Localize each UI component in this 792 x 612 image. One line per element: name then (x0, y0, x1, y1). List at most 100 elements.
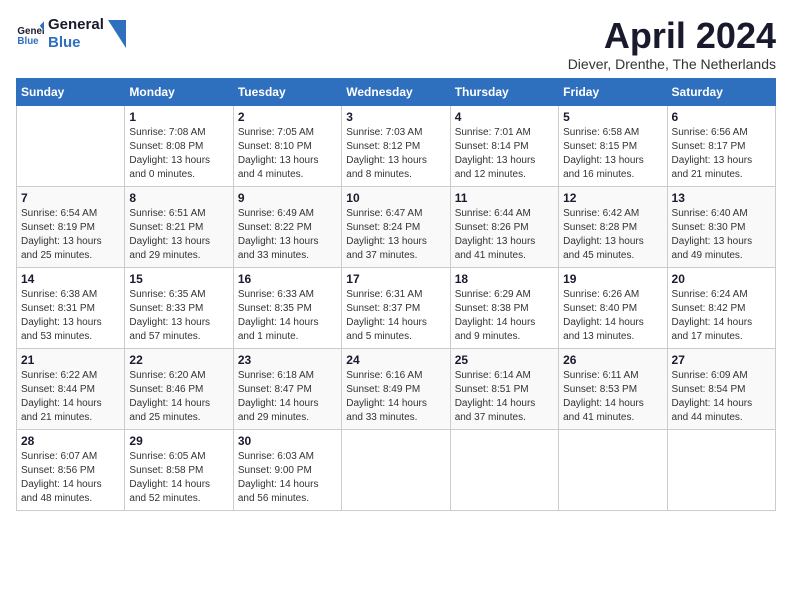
calendar-cell: 20Sunrise: 6:24 AM Sunset: 8:42 PM Dayli… (667, 267, 775, 348)
day-number: 26 (563, 353, 662, 367)
calendar-week-row: 7Sunrise: 6:54 AM Sunset: 8:19 PM Daylig… (17, 186, 776, 267)
calendar-cell: 21Sunrise: 6:22 AM Sunset: 8:44 PM Dayli… (17, 348, 125, 429)
day-number: 23 (238, 353, 337, 367)
column-header-thursday: Thursday (450, 78, 558, 105)
logo-blue-text: Blue (48, 34, 104, 52)
calendar-cell (559, 429, 667, 510)
calendar-cell: 30Sunrise: 6:03 AM Sunset: 9:00 PM Dayli… (233, 429, 341, 510)
day-number: 8 (129, 191, 228, 205)
title-block: April 2024 Diever, Drenthe, The Netherla… (568, 16, 776, 72)
day-number: 14 (21, 272, 120, 286)
calendar-cell: 29 Sunrise: 6:05 AM Sunset: 8:58 PM Dayli… (125, 429, 233, 510)
calendar-cell: 15 Sunrise: 6:35 AM Sunset: 8:33 PM Dayli… (125, 267, 233, 348)
day-info: Sunrise: 7:03 AM Sunset: 8:12 PM Dayligh… (346, 126, 445, 182)
day-info: Sunrise: 6:31 AM Sunset: 8:37 PM Dayligh… (346, 288, 445, 344)
calendar-table: SundayMondayTuesdayWednesdayThursdayFrid… (16, 78, 776, 511)
calendar-cell: 5Sunrise: 6:58 AM Sunset: 8:15 PM Daylig… (559, 105, 667, 186)
calendar-cell: 4Sunrise: 7:01 AM Sunset: 8:14 PM Daylig… (450, 105, 558, 186)
day-info: Sunrise: 6:26 AM Sunset: 8:40 PM Dayligh… (563, 288, 662, 344)
calendar-cell: 13 Sunrise: 6:40 AM Sunset: 8:30 PM Dayli… (667, 186, 775, 267)
column-header-saturday: Saturday (667, 78, 775, 105)
calendar-cell: 27 Sunrise: 6:09 AM Sunset: 8:54 PM Dayli… (667, 348, 775, 429)
day-info: Sunrise: 7:08 AM Sunset: 8:08 PM Dayligh… (129, 126, 228, 182)
day-number: 13 (672, 191, 771, 205)
day-number: 3 (346, 110, 445, 124)
calendar-cell (450, 429, 558, 510)
calendar-cell: 22 Sunrise: 6:20 AM Sunset: 8:46 PM Dayli… (125, 348, 233, 429)
day-number: 6 (672, 110, 771, 124)
calendar-body: 1 Sunrise: 7:08 AM Sunset: 8:08 PM Daylig… (17, 105, 776, 510)
calendar-week-row: 28 Sunrise: 6:07 AM Sunset: 8:56 PM Dayli… (17, 429, 776, 510)
calendar-week-row: 14 Sunrise: 6:38 AM Sunset: 8:31 PM Dayli… (17, 267, 776, 348)
calendar-cell: 14 Sunrise: 6:38 AM Sunset: 8:31 PM Dayli… (17, 267, 125, 348)
day-number: 9 (238, 191, 337, 205)
day-info: Sunrise: 6:40 AM Sunset: 8:30 PM Dayligh… (672, 207, 771, 263)
day-number: 12 (563, 191, 662, 205)
calendar-week-row: 1 Sunrise: 7:08 AM Sunset: 8:08 PM Daylig… (17, 105, 776, 186)
day-info: Sunrise: 6:35 AM Sunset: 8:33 PM Dayligh… (129, 288, 228, 344)
calendar-cell: 6Sunrise: 6:56 AM Sunset: 8:17 PM Daylig… (667, 105, 775, 186)
svg-text:Blue: Blue (17, 36, 39, 47)
day-number: 25 (455, 353, 554, 367)
day-info: Sunrise: 6:38 AM Sunset: 8:31 PM Dayligh… (21, 288, 120, 344)
calendar-cell: 7Sunrise: 6:54 AM Sunset: 8:19 PM Daylig… (17, 186, 125, 267)
day-number: 28 (21, 434, 120, 448)
day-number: 29 (129, 434, 228, 448)
day-info: Sunrise: 6:07 AM Sunset: 8:56 PM Dayligh… (21, 450, 120, 506)
day-info: Sunrise: 6:05 AM Sunset: 8:58 PM Dayligh… (129, 450, 228, 506)
day-number: 16 (238, 272, 337, 286)
day-number: 10 (346, 191, 445, 205)
day-number: 21 (21, 353, 120, 367)
day-number: 24 (346, 353, 445, 367)
day-info: Sunrise: 6:51 AM Sunset: 8:21 PM Dayligh… (129, 207, 228, 263)
day-number: 17 (346, 272, 445, 286)
calendar-header: SundayMondayTuesdayWednesdayThursdayFrid… (17, 78, 776, 105)
day-info: Sunrise: 6:20 AM Sunset: 8:46 PM Dayligh… (129, 369, 228, 425)
calendar-cell: 9 Sunrise: 6:49 AM Sunset: 8:22 PM Daylig… (233, 186, 341, 267)
calendar-cell: 26 Sunrise: 6:11 AM Sunset: 8:53 PM Dayli… (559, 348, 667, 429)
calendar-cell: 1 Sunrise: 7:08 AM Sunset: 8:08 PM Daylig… (125, 105, 233, 186)
calendar-cell: 3 Sunrise: 7:03 AM Sunset: 8:12 PM Daylig… (342, 105, 450, 186)
location-subtitle: Diever, Drenthe, The Netherlands (568, 56, 776, 72)
logo: General Blue General Blue (16, 16, 126, 52)
day-number: 27 (672, 353, 771, 367)
day-info: Sunrise: 6:42 AM Sunset: 8:28 PM Dayligh… (563, 207, 662, 263)
calendar-cell (17, 105, 125, 186)
day-info: Sunrise: 6:18 AM Sunset: 8:47 PM Dayligh… (238, 369, 337, 425)
calendar-cell: 2Sunrise: 7:05 AM Sunset: 8:10 PM Daylig… (233, 105, 341, 186)
calendar-cell: 12 Sunrise: 6:42 AM Sunset: 8:28 PM Dayli… (559, 186, 667, 267)
calendar-cell: 23 Sunrise: 6:18 AM Sunset: 8:47 PM Dayli… (233, 348, 341, 429)
day-number: 15 (129, 272, 228, 286)
day-info: Sunrise: 6:29 AM Sunset: 8:38 PM Dayligh… (455, 288, 554, 344)
day-number: 18 (455, 272, 554, 286)
day-info: Sunrise: 6:47 AM Sunset: 8:24 PM Dayligh… (346, 207, 445, 263)
day-info: Sunrise: 6:09 AM Sunset: 8:54 PM Dayligh… (672, 369, 771, 425)
calendar-cell (667, 429, 775, 510)
calendar-cell: 16Sunrise: 6:33 AM Sunset: 8:35 PM Dayli… (233, 267, 341, 348)
day-number: 2 (238, 110, 337, 124)
day-info: Sunrise: 6:03 AM Sunset: 9:00 PM Dayligh… (238, 450, 337, 506)
calendar-cell: 8 Sunrise: 6:51 AM Sunset: 8:21 PM Daylig… (125, 186, 233, 267)
day-number: 22 (129, 353, 228, 367)
calendar-cell (342, 429, 450, 510)
header-row: SundayMondayTuesdayWednesdayThursdayFrid… (17, 78, 776, 105)
logo-general-text: General (48, 16, 104, 34)
logo-triangle-icon (108, 20, 126, 48)
logo-icon: General Blue (16, 20, 44, 48)
day-number: 1 (129, 110, 228, 124)
column-header-wednesday: Wednesday (342, 78, 450, 105)
calendar-cell: 24 Sunrise: 6:16 AM Sunset: 8:49 PM Dayli… (342, 348, 450, 429)
day-number: 11 (455, 191, 554, 205)
calendar-cell: 18 Sunrise: 6:29 AM Sunset: 8:38 PM Dayli… (450, 267, 558, 348)
day-info: Sunrise: 6:44 AM Sunset: 8:26 PM Dayligh… (455, 207, 554, 263)
calendar-cell: 19Sunrise: 6:26 AM Sunset: 8:40 PM Dayli… (559, 267, 667, 348)
day-info: Sunrise: 6:11 AM Sunset: 8:53 PM Dayligh… (563, 369, 662, 425)
calendar-cell: 28 Sunrise: 6:07 AM Sunset: 8:56 PM Dayli… (17, 429, 125, 510)
day-info: Sunrise: 7:01 AM Sunset: 8:14 PM Dayligh… (455, 126, 554, 182)
calendar-week-row: 21Sunrise: 6:22 AM Sunset: 8:44 PM Dayli… (17, 348, 776, 429)
day-number: 7 (21, 191, 120, 205)
day-info: Sunrise: 6:16 AM Sunset: 8:49 PM Dayligh… (346, 369, 445, 425)
calendar-cell: 25Sunrise: 6:14 AM Sunset: 8:51 PM Dayli… (450, 348, 558, 429)
day-info: Sunrise: 6:49 AM Sunset: 8:22 PM Dayligh… (238, 207, 337, 263)
column-header-friday: Friday (559, 78, 667, 105)
